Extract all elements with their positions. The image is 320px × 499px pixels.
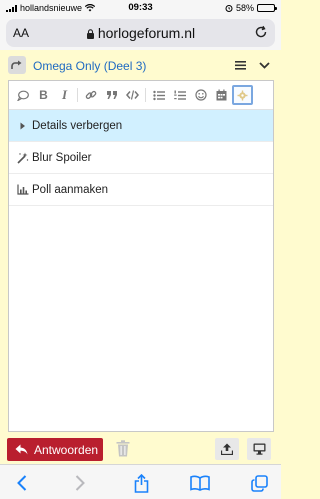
bookmarks-icon[interactable] <box>190 473 210 493</box>
menu-item-label: Poll aanmaken <box>32 183 109 196</box>
battery-icon <box>257 4 277 12</box>
italic-icon: I <box>61 87 68 102</box>
magic-icon <box>16 152 30 164</box>
toolbar-divider <box>145 88 146 102</box>
bold-icon: B <box>39 88 48 102</box>
battery-percent: 58% <box>235 3 254 13</box>
link-icon[interactable] <box>80 85 101 105</box>
code-icon[interactable] <box>122 85 143 105</box>
emoji-icon[interactable] <box>190 85 211 105</box>
reload-icon[interactable] <box>254 25 268 39</box>
browser-chrome: AA horlogeforum.nl <box>0 16 281 50</box>
italic-button[interactable]: I <box>54 85 75 105</box>
upload-icon <box>221 443 233 455</box>
reply-button-label: Antwoorden <box>34 442 99 457</box>
topic-title-link[interactable]: Omega Only (Deel 3) <box>33 59 146 73</box>
composer-footer: Antwoorden <box>0 436 281 464</box>
alarm-icon <box>225 5 233 12</box>
back-icon[interactable] <box>12 473 32 493</box>
domain-text: horlogeforum.nl <box>97 25 196 41</box>
menu-item-label: Details verbergen <box>32 119 123 132</box>
composer-header: Omega Only (Deel 3) <box>0 52 281 80</box>
toggle-preview-button[interactable] <box>247 438 271 460</box>
address-bar[interactable]: AA horlogeforum.nl <box>6 19 275 47</box>
battery-info: 58% <box>225 3 277 13</box>
numbered-list-icon[interactable] <box>169 85 190 105</box>
toolbar-divider <box>77 88 78 102</box>
hamburger-menu-icon[interactable] <box>234 58 247 72</box>
composer-editor[interactable]: B I Details verbergen Blur Spoiler Poll … <box>8 80 274 432</box>
options-popup-menu: Details verbergen Blur Spoiler Poll aanm… <box>9 110 273 206</box>
safari-toolbar <box>0 464 281 499</box>
lock-icon <box>86 29 94 39</box>
url-domain[interactable]: horlogeforum.nl <box>6 25 275 41</box>
menu-item-poll-aanmaken[interactable]: Poll aanmaken <box>9 174 273 206</box>
menu-item-label: Blur Spoiler <box>32 151 92 164</box>
tabs-icon[interactable] <box>249 473 269 493</box>
caret-right-icon <box>16 122 30 130</box>
upload-button[interactable] <box>215 438 239 460</box>
status-bar: hollandsnieuwe 09:33 58% <box>0 0 281 16</box>
reply-icon <box>15 444 28 455</box>
gear-icon[interactable] <box>232 85 253 105</box>
bullet-list-icon[interactable] <box>148 85 169 105</box>
desktop-icon <box>253 443 265 455</box>
reply-to-icon[interactable] <box>8 56 26 74</box>
bar-chart-icon <box>16 184 30 195</box>
editor-toolbar: B I <box>9 81 273 110</box>
date-icon[interactable] <box>211 85 232 105</box>
share-icon[interactable] <box>131 473 151 493</box>
chevron-down-icon[interactable] <box>258 58 271 72</box>
menu-item-blur-spoiler[interactable]: Blur Spoiler <box>9 142 273 174</box>
quote-bubble-icon[interactable] <box>12 85 33 105</box>
bold-button[interactable]: B <box>33 85 54 105</box>
trash-icon[interactable] <box>116 440 130 457</box>
blockquote-icon[interactable] <box>101 85 122 105</box>
menu-item-details-verbergen[interactable]: Details verbergen <box>9 110 273 142</box>
forward-icon[interactable] <box>70 473 90 493</box>
reply-button[interactable]: Antwoorden <box>7 438 103 461</box>
